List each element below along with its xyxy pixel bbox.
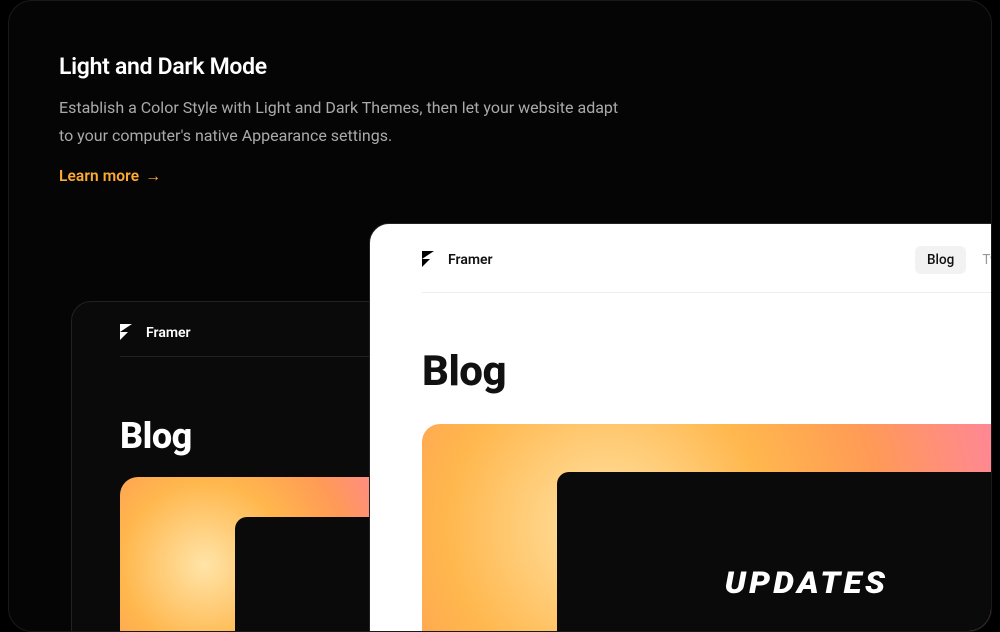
nav-link-twitter[interactable]: Twitter xyxy=(970,246,992,274)
nav-link-blog[interactable]: Blog xyxy=(915,246,966,274)
feature-description: Establish a Color Style with Light and D… xyxy=(59,94,619,150)
page-title: Blog xyxy=(370,293,992,424)
learn-more-link[interactable]: Learn more → xyxy=(59,166,161,186)
hero-card-label: UPDATES xyxy=(725,566,889,601)
hero-image: UPDATES xyxy=(422,424,992,632)
feature-title: Light and Dark Mode xyxy=(59,53,935,80)
brand: Framer xyxy=(120,324,191,342)
brand-label: Framer xyxy=(448,252,493,268)
arrow-right-icon: → xyxy=(145,166,161,186)
framer-logo-icon xyxy=(422,251,438,269)
feature-content: Light and Dark Mode Establish a Color St… xyxy=(9,1,991,186)
brand-label: Framer xyxy=(146,325,191,341)
framer-logo-icon xyxy=(120,324,136,342)
hero-image xyxy=(120,477,402,632)
nav-links: Blog Twitter xyxy=(915,246,992,274)
feature-card: Light and Dark Mode Establish a Color St… xyxy=(8,0,992,632)
preview-light-frame: Framer Blog Twitter Blog UPDATES xyxy=(369,223,992,632)
learn-more-label: Learn more xyxy=(59,167,139,185)
hero-inner-card: UPDATES xyxy=(557,472,992,632)
brand: Framer xyxy=(422,251,493,269)
preview-header: Framer Blog Twitter xyxy=(370,224,992,292)
